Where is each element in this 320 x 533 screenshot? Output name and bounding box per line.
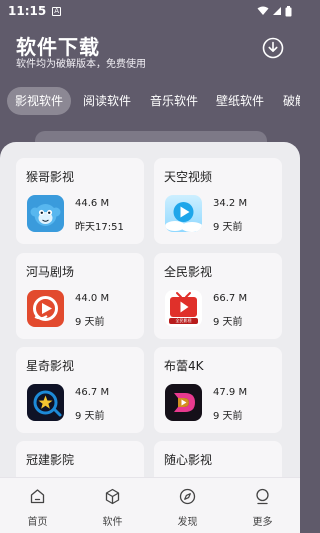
tv-icon-caption: 全民影视 [175, 318, 192, 323]
app-date: 9 天前 [213, 317, 243, 328]
category-tabs: 影视软件 阅读软件 音乐软件 壁纸软件 破解 [0, 87, 300, 115]
app-name: 猴哥影视 [26, 170, 75, 184]
app-card[interactable]: 星奇影视 46.7 M 9 天前 [16, 347, 144, 433]
app-size: 47.9 M [213, 387, 248, 398]
signal-icon [273, 7, 281, 15]
nav-discover[interactable]: 发现 [150, 478, 225, 533]
nav-software[interactable]: 软件 [75, 478, 150, 533]
nav-more[interactable]: 更多 [225, 478, 300, 533]
wifi-icon [257, 6, 269, 15]
app-name: 布蕾4K [164, 359, 204, 373]
status-bar: 11:15 A [0, 0, 300, 22]
hippo-icon [27, 290, 64, 327]
nav-home[interactable]: 首页 [0, 478, 75, 533]
monkey-icon [27, 195, 64, 232]
battery-icon [285, 5, 292, 16]
app-list-sheet: 猴哥影视 44.6 M 昨天17:51 天空视频 34.2 M 9 天前 河马剧… [0, 142, 300, 533]
tab-music-software[interactable]: 音乐软件 [150, 87, 198, 115]
app-card[interactable]: 河马剧场 44.0 M 9 天前 [16, 253, 144, 339]
app-date: 昨天17:51 [75, 222, 124, 233]
app-name: 河马剧场 [26, 265, 75, 279]
app-name: 全民影视 [164, 265, 213, 279]
app-date: 9 天前 [75, 411, 105, 422]
page-subtitle: 软件均为破解版本，免费使用 [16, 59, 146, 70]
app-size: 66.7 M [213, 293, 248, 304]
nav-label: 更多 [252, 517, 273, 528]
app-card[interactable]: 全民影视 全民影视 66.7 M 9 天前 [154, 253, 282, 339]
tab-reading-software[interactable]: 阅读软件 [83, 87, 131, 115]
app-size: 46.7 M [75, 387, 110, 398]
app-name: 天空视频 [164, 170, 213, 184]
d-logo-icon [165, 384, 202, 421]
app-date: 9 天前 [213, 411, 243, 422]
app-card[interactable]: 猴哥影视 44.6 M 昨天17:51 [16, 158, 144, 244]
status-icons [257, 5, 292, 17]
tab-video-software[interactable]: 影视软件 [7, 87, 72, 115]
nav-label: 发现 [177, 517, 198, 528]
compass-icon [179, 488, 196, 505]
tab-cracked[interactable]: 破解 [283, 87, 300, 115]
header: 11:15 A 软件下载 软件均为破解版本，免费使用 影视软件 阅读软件 音乐软… [0, 0, 300, 161]
app-date: 9 天前 [213, 222, 243, 233]
more-icon [256, 488, 269, 505]
nav-label: 软件 [102, 517, 123, 528]
tv-icon: 全民影视 [165, 290, 202, 327]
home-icon [30, 489, 45, 504]
nav-label: 首页 [27, 517, 48, 528]
app-date: 9 天前 [75, 317, 105, 328]
status-time: 11:15 [8, 4, 47, 18]
app-name: 星奇影视 [26, 359, 75, 373]
app-name: 随心影视 [164, 453, 213, 467]
star-play-icon [27, 384, 64, 421]
app-card[interactable]: 布蕾4K 47.9 M 9 天前 [154, 347, 282, 433]
app-size: 44.0 M [75, 293, 110, 304]
app-size: 34.2 M [213, 198, 248, 209]
bottom-nav: 首页 软件 发现 更多 [0, 477, 300, 533]
cube-icon [105, 488, 120, 505]
tab-wallpaper-software[interactable]: 壁纸软件 [216, 87, 264, 115]
app-card[interactable]: 天空视频 34.2 M 9 天前 [154, 158, 282, 244]
download-icon[interactable] [262, 37, 284, 59]
sky-play-icon [165, 195, 202, 232]
notification-icon: A [52, 6, 62, 16]
app-name: 冠建影院 [26, 453, 75, 467]
app-size: 44.6 M [75, 198, 110, 209]
